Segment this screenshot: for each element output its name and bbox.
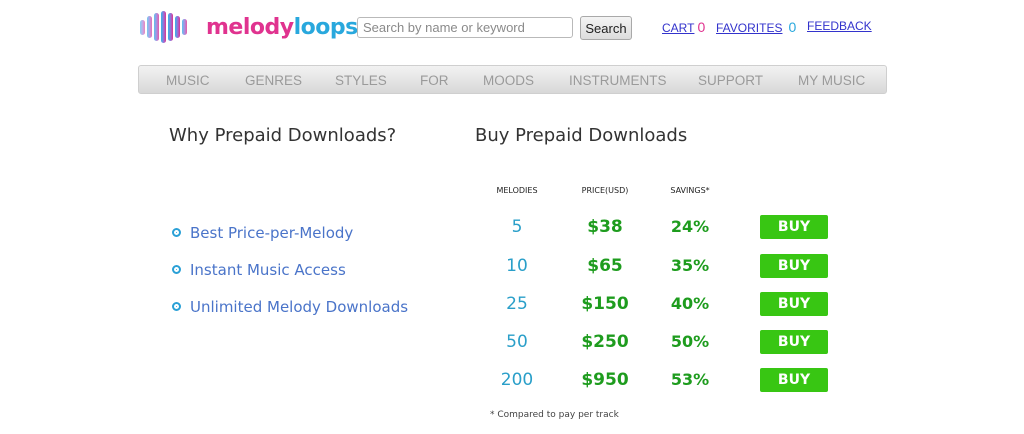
pricing-row: 25 $150 40% BUY [0, 289, 1024, 327]
nav-item-genres[interactable]: GENRES [245, 66, 302, 95]
cart-link-group: CART 0 [662, 19, 705, 35]
buy-button[interactable]: BUY [760, 215, 828, 239]
favorites-link-group: FAVORITES 0 [716, 19, 796, 35]
main-nav: MUSIC GENRES STYLES FOR MOODS INSTRUMENT… [138, 65, 887, 94]
favorites-count: 0 [788, 19, 797, 35]
pricing-row: 5 $38 24% BUY [0, 212, 1024, 250]
column-header-price: PRICE(USD) [581, 186, 629, 195]
nav-item-support[interactable]: SUPPORT [698, 66, 763, 95]
nav-item-music[interactable]: MUSIC [166, 66, 210, 95]
price: $250 [581, 332, 629, 352]
buy-heading: Buy Prepaid Downloads [475, 125, 688, 146]
search-button[interactable]: Search [580, 16, 632, 40]
nav-item-instruments[interactable]: INSTRUMENTS [569, 66, 667, 95]
nav-item-my-music[interactable]: MY MUSIC [798, 66, 865, 95]
buy-button[interactable]: BUY [760, 292, 828, 316]
feedback-link-group: FEEDBACK [807, 19, 872, 33]
nav-item-moods[interactable]: MOODS [483, 66, 534, 95]
buy-button[interactable]: BUY [760, 330, 828, 354]
pricing-row: 200 $950 53% BUY [0, 365, 1024, 403]
brand-name-part2: loops [293, 14, 359, 40]
nav-item-for[interactable]: FOR [420, 66, 449, 95]
buy-button[interactable]: BUY [760, 368, 828, 392]
savings: 24% [670, 217, 710, 236]
melodies-count: 50 [506, 332, 528, 352]
cart-count: 0 [697, 19, 706, 35]
melodies-count: 10 [506, 256, 528, 276]
melodies-count: 200 [500, 370, 534, 390]
cart-link[interactable]: CART [662, 21, 694, 35]
price: $150 [581, 294, 629, 314]
price: $950 [581, 370, 629, 390]
price: $38 [587, 217, 623, 237]
feedback-link[interactable]: FEEDBACK [807, 19, 872, 33]
savings: 40% [670, 294, 710, 313]
brand-name-part1: melody [206, 14, 294, 40]
savings: 53% [670, 370, 710, 389]
search-input[interactable] [357, 17, 573, 38]
nav-item-styles[interactable]: STYLES [335, 66, 387, 95]
savings: 35% [670, 256, 710, 275]
pricing-row: 10 $65 35% BUY [0, 251, 1024, 289]
brand-name: melodyloops [206, 15, 358, 40]
why-heading: Why Prepaid Downloads? [169, 125, 397, 146]
favorites-link[interactable]: FAVORITES [716, 21, 782, 35]
savings: 50% [670, 332, 710, 351]
footnote: * Compared to pay per track [490, 410, 619, 420]
melodies-count: 25 [506, 294, 528, 314]
sound-wave-icon [140, 11, 187, 43]
pricing-row: 50 $250 50% BUY [0, 327, 1024, 365]
logo[interactable]: melodyloops [138, 10, 358, 44]
column-header-savings: SAVINGS* [670, 186, 710, 195]
price: $65 [587, 256, 623, 276]
buy-button[interactable]: BUY [760, 254, 828, 278]
column-header-melodies: MELODIES [496, 186, 538, 195]
melodies-count: 5 [511, 217, 523, 237]
